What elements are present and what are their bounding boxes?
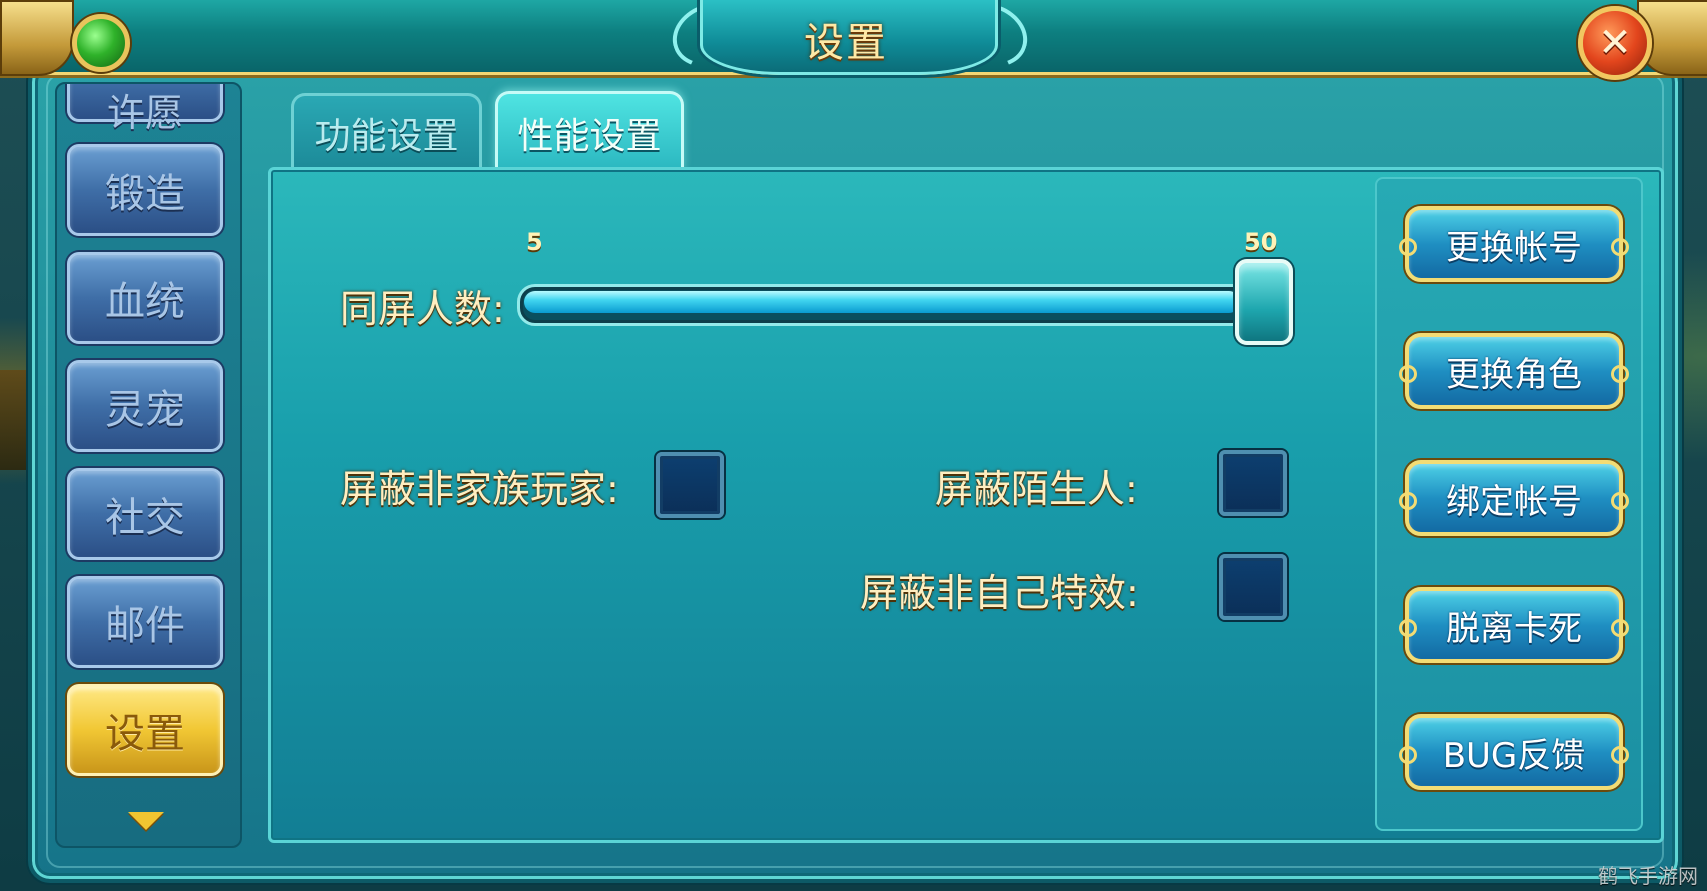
sidebar-item-wish[interactable]: 许愿 — [67, 84, 223, 135]
block-non-guild-checkbox[interactable] — [656, 452, 724, 518]
tab-performance-settings[interactable]: 性能设置 — [495, 91, 684, 172]
background-scene-edge — [0, 370, 26, 470]
window-title: 设置 — [804, 20, 888, 66]
tab-function-settings[interactable]: 功能设置 — [291, 93, 482, 170]
slider-thumb[interactable] — [1235, 259, 1293, 345]
site-watermark: 鹤飞手游网 — [1598, 864, 1698, 888]
sidebar-item-pet[interactable]: 灵宠 — [67, 360, 223, 452]
sidebar-item-bloodline[interactable]: 血统 — [67, 252, 223, 344]
switch-account-button[interactable]: 更换帐号 — [1399, 206, 1629, 282]
close-button[interactable]: ✕ — [1578, 6, 1652, 80]
block-strangers-label: 屏蔽陌生人: — [935, 467, 1138, 511]
sidebar: 许愿 锻造 血统 灵宠 社交 邮件 设置 — [55, 82, 242, 848]
green-gem-icon — [72, 14, 130, 72]
close-icon: ✕ — [1598, 20, 1632, 66]
slider-min-label: 5 — [526, 228, 543, 256]
bug-report-button[interactable]: BUG反馈 — [1399, 714, 1629, 790]
block-strangers-checkbox[interactable] — [1219, 450, 1287, 516]
block-others-effects-label: 屏蔽非自己特效: — [860, 571, 1139, 615]
corner-ornament-left — [0, 0, 74, 76]
sidebar-item-social[interactable]: 社交 — [67, 468, 223, 560]
slider-fill — [524, 291, 1240, 313]
sidebar-item-mail[interactable]: 邮件 — [67, 576, 223, 668]
switch-character-button[interactable]: 更换角色 — [1399, 333, 1629, 409]
player-count-label: 同屏人数: — [340, 287, 505, 331]
slider-max-label: 50 — [1244, 228, 1278, 256]
sidebar-item-forge[interactable]: 锻造 — [67, 144, 223, 236]
sidebar-item-settings[interactable]: 设置 — [67, 684, 223, 776]
chevron-down-icon[interactable] — [128, 812, 164, 830]
bind-account-button[interactable]: 绑定帐号 — [1399, 460, 1629, 536]
unstuck-button[interactable]: 脱离卡死 — [1399, 587, 1629, 663]
block-non-guild-label: 屏蔽非家族玩家: — [340, 467, 619, 511]
block-others-effects-checkbox[interactable] — [1219, 554, 1287, 620]
